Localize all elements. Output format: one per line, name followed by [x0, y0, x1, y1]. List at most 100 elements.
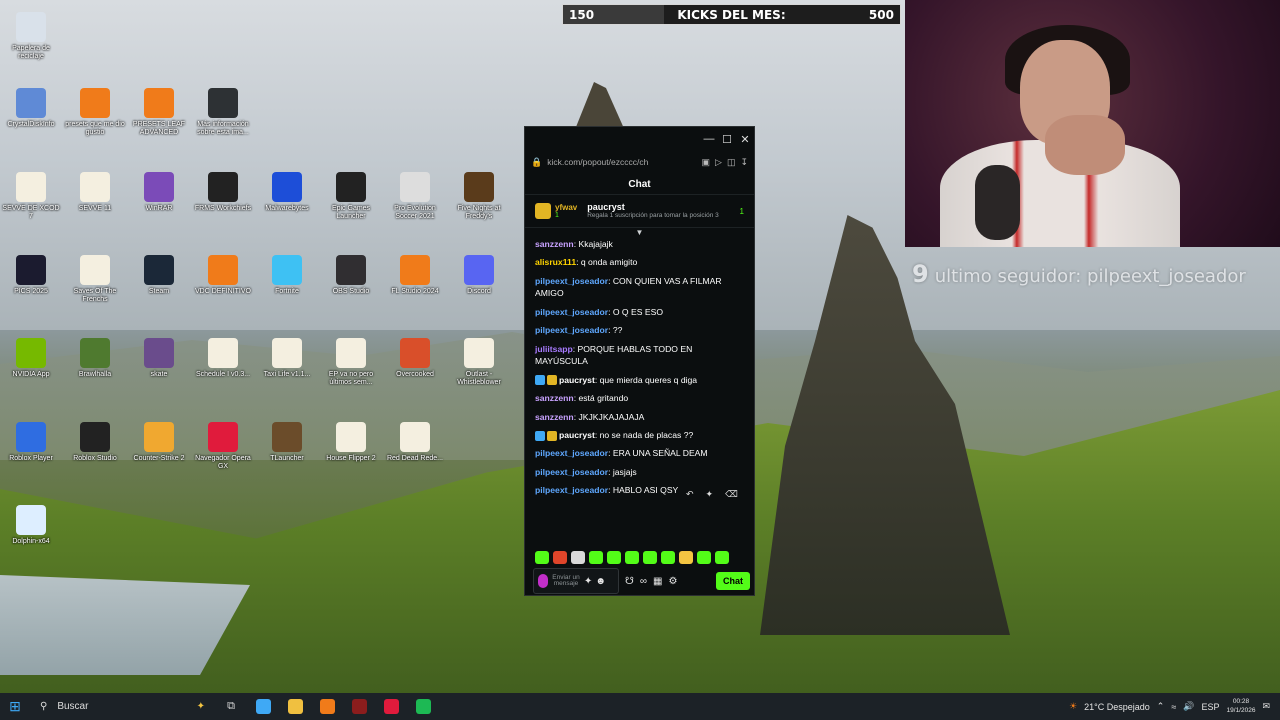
language-indicator[interactable]: ESP [1202, 702, 1220, 712]
desktop-icon[interactable]: House Flipper 2 [320, 422, 382, 463]
desktop-icon[interactable]: Epic Games Launcher [320, 172, 382, 221]
desktop-icon[interactable]: Overcooked [384, 338, 446, 379]
chat-username[interactable]: pilpeext_joseador [535, 485, 608, 495]
desktop-icon[interactable]: Saves Of The Frenchs [64, 255, 126, 304]
emote-icon[interactable] [589, 551, 603, 564]
weather-text[interactable]: 21°C Despejado [1084, 702, 1150, 712]
emote-icon[interactable] [625, 551, 639, 564]
extensions-icon[interactable]: ◫ [727, 157, 736, 168]
chat-username[interactable]: pilpeext_joseador [535, 307, 608, 317]
desktop-icon[interactable]: Más información sobre esta ima... [192, 88, 254, 137]
desktop-icon[interactable]: presets que me dio gustio [64, 88, 126, 137]
desktop-icon[interactable]: OBS Studio [320, 255, 382, 296]
chat-username[interactable]: pilpeext_joseador [535, 467, 608, 477]
reply-icon[interactable]: ↶ [686, 489, 694, 500]
delete-icon[interactable]: ⌫ [725, 489, 738, 500]
chat-input[interactable]: Enviar un mensaje ✦ ☻ [533, 568, 619, 594]
minimize-icon[interactable]: — [700, 133, 718, 145]
chat-message[interactable]: alisrux111: q onda amigito [535, 256, 744, 268]
taskbar-app-icon[interactable] [343, 693, 375, 720]
chat-message[interactable]: sanzzenn: Kkajajajk [535, 238, 744, 250]
desktop-icon[interactable]: Fortnite [256, 255, 318, 296]
taskbar-app-icon[interactable] [311, 693, 343, 720]
taskbar-clock[interactable]: 00:28 19/1/2026 [1227, 698, 1256, 715]
close-icon[interactable]: ✕ [736, 133, 754, 146]
desktop-icon[interactable]: Pro Evolution Soccer 2021 [384, 172, 446, 221]
chat-message[interactable]: pilpeext_joseador: ?? [535, 324, 744, 336]
emote-icon[interactable] [607, 551, 621, 564]
desktop-icon[interactable]: FL Studio 2024 [384, 255, 446, 296]
desktop-icon[interactable]: PRESETS LEAF ADVANCED [128, 88, 190, 137]
desktop-icon[interactable]: Discord [448, 255, 510, 296]
chat-username[interactable]: pilpeext_joseador [535, 448, 608, 458]
wifi-icon[interactable]: ≈ [1171, 702, 1176, 712]
desktop-icon[interactable]: CrystalDiskInfo [0, 88, 62, 129]
emote-icon[interactable] [643, 551, 657, 564]
chat-username[interactable]: pilpeext_joseador [535, 325, 608, 335]
desktop-icon[interactable]: SEVVE DE XCOD 7 [0, 172, 62, 221]
desktop-icon[interactable]: Dolphin-x64 [0, 505, 62, 546]
desktop-icon[interactable]: Malwarebytes [256, 172, 318, 213]
volume-icon[interactable]: 🔊 [1183, 701, 1194, 712]
desktop-icon[interactable]: Red Dead Rede... [384, 422, 446, 463]
desktop-icon[interactable]: SEVVE 11 [64, 172, 126, 213]
desktop-icon[interactable]: Outlast - Whistleblower [448, 338, 510, 387]
chat-username[interactable]: alisrux111 [535, 257, 576, 267]
chat-username[interactable]: paucryst [559, 430, 595, 440]
taskbar-search[interactable]: ⚲ Buscar ✦ [30, 693, 215, 720]
desktop-icon[interactable]: Steam [128, 255, 190, 296]
chat-message[interactable]: sanzzenn: está gritando [535, 392, 744, 404]
emote-icon[interactable] [535, 551, 549, 564]
notifications-icon[interactable]: ✉ [1262, 701, 1270, 712]
emote-icon[interactable] [697, 551, 711, 564]
desktop-icon[interactable]: Five Nights at Freddy's [448, 172, 510, 221]
desktop-icon[interactable]: NVIDIA App [0, 338, 62, 379]
gear-icon[interactable]: ⚙ [668, 576, 677, 587]
emote-icon[interactable] [661, 551, 675, 564]
send-chat-button[interactable]: Chat [716, 572, 750, 590]
chat-username[interactable]: pilpeext_joseador [535, 276, 608, 286]
chat-message[interactable]: paucryst: no se nada de placas ?? [535, 429, 744, 441]
desktop-icon[interactable]: Schedule I v0.3... [192, 338, 254, 379]
emote-icon[interactable] [571, 551, 585, 564]
emote-icon[interactable] [715, 551, 729, 564]
chat-username[interactable]: juliitsapp [535, 344, 573, 354]
rewards-icon[interactable]: ✦ [584, 576, 592, 587]
pinned-gift-leaderboard[interactable]: yfwav 1 paucryst Regala 1 suscripción pa… [525, 194, 754, 228]
chat-username[interactable]: sanzzenn [535, 239, 574, 249]
emoji-icon[interactable]: ☻ [595, 576, 606, 587]
desktop-icon[interactable]: EP va no pero últimos sem... [320, 338, 382, 387]
cast-icon[interactable]: ▣ [702, 157, 711, 168]
desktop-icon[interactable]: VDC DEFINITIVO [192, 255, 254, 296]
desktop-icon[interactable]: skate [128, 338, 190, 379]
emote-icon[interactable] [553, 551, 567, 564]
windows-start-icon[interactable]: ⊞ [0, 698, 30, 715]
store-icon[interactable]: ▦ [653, 576, 662, 587]
taskbar-app-icon[interactable] [279, 693, 311, 720]
maximize-icon[interactable]: ☐ [718, 133, 736, 146]
taskbar-app-icon[interactable] [247, 693, 279, 720]
chat-message[interactable]: juliitsapp: PORQUE HABLAS TODO EN MAYÚSC… [535, 343, 744, 368]
desktop-icon[interactable]: Roblox Studio [64, 422, 126, 463]
chevron-down-icon[interactable]: ▼ [525, 228, 754, 238]
desktop-icon[interactable]: Roblox Player [0, 422, 62, 463]
desktop-icon[interactable]: Papelera de reciclaje [0, 12, 62, 61]
desktop-icon[interactable]: WinRAR [128, 172, 190, 213]
chat-message[interactable]: pilpeext_joseador: jasjajs [535, 466, 744, 478]
chat-message[interactable]: sanzzenn: JKJKJKAJAJAJA [535, 411, 744, 423]
url-text[interactable]: kick.com/popout/ezcccc/ch [547, 157, 696, 167]
chat-username[interactable]: paucryst [559, 375, 595, 385]
chat-message[interactable]: pilpeext_joseador: CON QUIEN VAS A FILMA… [535, 275, 744, 300]
desktop-icon[interactable]: PICS 2025 [0, 255, 62, 296]
chat-message[interactable]: paucryst: que mierda queres q diga [535, 374, 744, 386]
desktop-icon[interactable]: Counter-Strike 2 [128, 422, 190, 463]
chat-message[interactable]: pilpeext_joseador: ERA UNA SEÑAL DEAM [535, 447, 744, 459]
pin-icon[interactable]: ✦ [706, 489, 714, 500]
desktop-icon[interactable]: TLauncher [256, 422, 318, 463]
download-icon[interactable]: ↧ [740, 157, 748, 168]
desktop-icon[interactable]: FRMS Workchiefs [192, 172, 254, 213]
chevron-up-icon[interactable]: ⌃ [1157, 701, 1165, 712]
desktop-icon[interactable]: Brawlhalla [64, 338, 126, 379]
users-icon[interactable]: ☋ [625, 576, 634, 587]
chat-message[interactable]: pilpeext_joseador: O Q ES ESO [535, 306, 744, 318]
